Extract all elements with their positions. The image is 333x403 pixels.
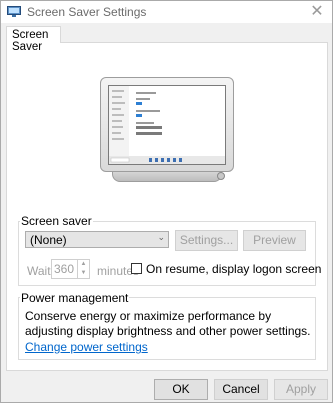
screen-saver-settings-window: Screen Saver Settings ✕ Screen Saver Scr… [0,0,333,403]
resume-logon-label[interactable]: On resume, display logon screen [146,262,321,276]
spin-down-icon[interactable]: ▼ [78,269,89,278]
preview-button[interactable]: Preview [243,230,306,251]
close-icon[interactable]: ✕ [307,3,327,21]
power-management-group-label: Power management [20,291,130,305]
monitor-bezel [100,77,234,172]
window-title: Screen Saver Settings [27,5,147,19]
screen-saver-dropdown[interactable]: (None) ⌄ [25,231,169,248]
apply-button[interactable]: Apply [274,379,328,400]
title-bar: Screen Saver Settings ✕ [1,1,332,23]
preview-screen [108,85,226,165]
change-power-settings-link[interactable]: Change power settings [25,340,148,354]
power-description: Conserve energy or maximize performance … [25,309,311,338]
tab-screen-saver[interactable]: Screen Saver [6,26,61,53]
wait-spinner[interactable]: ▲ ▼ [78,259,90,279]
screen-saver-selected-value: (None) [30,233,67,247]
preview-desktop-thumbnail [109,86,225,164]
wait-minutes-input[interactable]: 360 [51,259,78,279]
power-led-icon [217,172,225,180]
chevron-down-icon: ⌄ [157,232,165,242]
screen-preview-monitor [100,77,234,183]
spin-up-icon[interactable]: ▲ [78,260,89,269]
tab-label: Screen Saver [12,29,49,53]
cancel-button[interactable]: Cancel [214,379,268,400]
wait-label: Wait: [27,264,54,278]
screen-saver-group-label: Screen saver [20,214,93,228]
settings-button[interactable]: Settings... [175,230,238,251]
resume-logon-checkbox[interactable] [131,263,142,274]
monitor-app-icon [7,6,21,17]
ok-button[interactable]: OK [154,379,208,400]
